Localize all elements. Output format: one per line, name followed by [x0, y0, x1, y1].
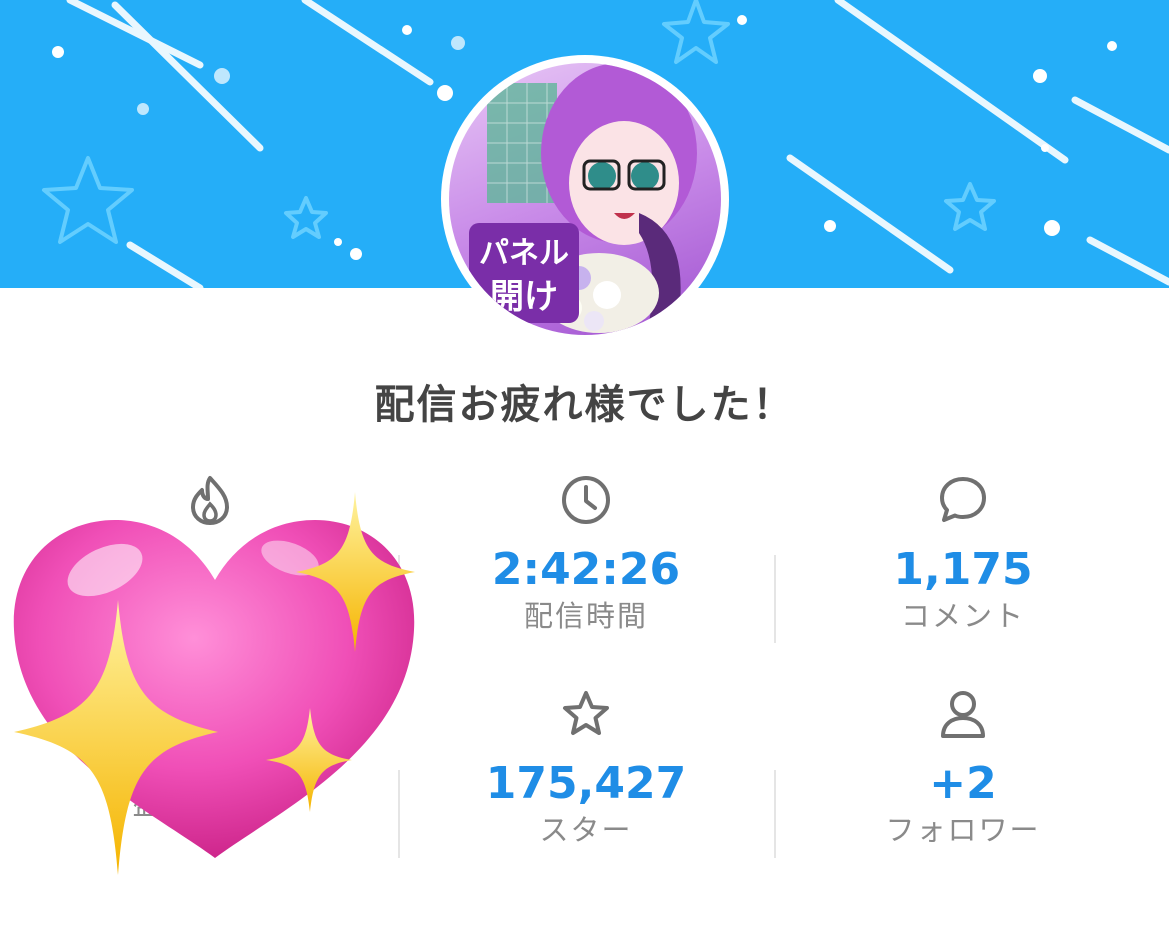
stat-followers: +2 フォロワー — [813, 688, 1113, 848]
stat-label: コメント — [900, 599, 1025, 633]
fire-icon — [191, 476, 229, 525]
svg-text:開け: 開け — [490, 277, 558, 317]
stat-excitement — [60, 474, 360, 596]
stat-label: フォロワー — [885, 813, 1041, 847]
stat-duration: 2:42:26 配信時間 — [436, 474, 736, 634]
divider — [774, 770, 776, 858]
divider — [398, 770, 400, 858]
stat-value: 175,427 — [485, 758, 687, 809]
stat-value-empty — [60, 706, 360, 758]
avatar-logo-text: パネル — [479, 236, 569, 271]
stat-value: 1,175 — [893, 544, 1033, 595]
comment-icon — [940, 477, 986, 522]
star-icon — [563, 691, 609, 735]
avatar-image: パネル 開け — [449, 63, 721, 335]
stat-value: +2 — [929, 758, 997, 809]
stat-label: スター — [539, 813, 633, 847]
stat-value — [60, 544, 360, 596]
divider — [774, 555, 776, 643]
page-title: 配信お疲れ様でした！ — [374, 382, 795, 428]
stat-excitement-label: 盛り上がり — [60, 688, 360, 822]
stat-label: 配信時間 — [523, 599, 648, 633]
stat-value: 2:42:26 — [491, 544, 681, 595]
divider — [398, 555, 400, 643]
avatar[interactable]: パネル 開け — [441, 55, 729, 343]
stat-stars: 175,427 スター — [436, 688, 736, 848]
person-icon — [941, 691, 985, 738]
stat-label: 盛り上がり — [132, 787, 288, 821]
clock-icon — [562, 476, 610, 524]
stat-comments: 1,175 コメント — [813, 474, 1113, 634]
